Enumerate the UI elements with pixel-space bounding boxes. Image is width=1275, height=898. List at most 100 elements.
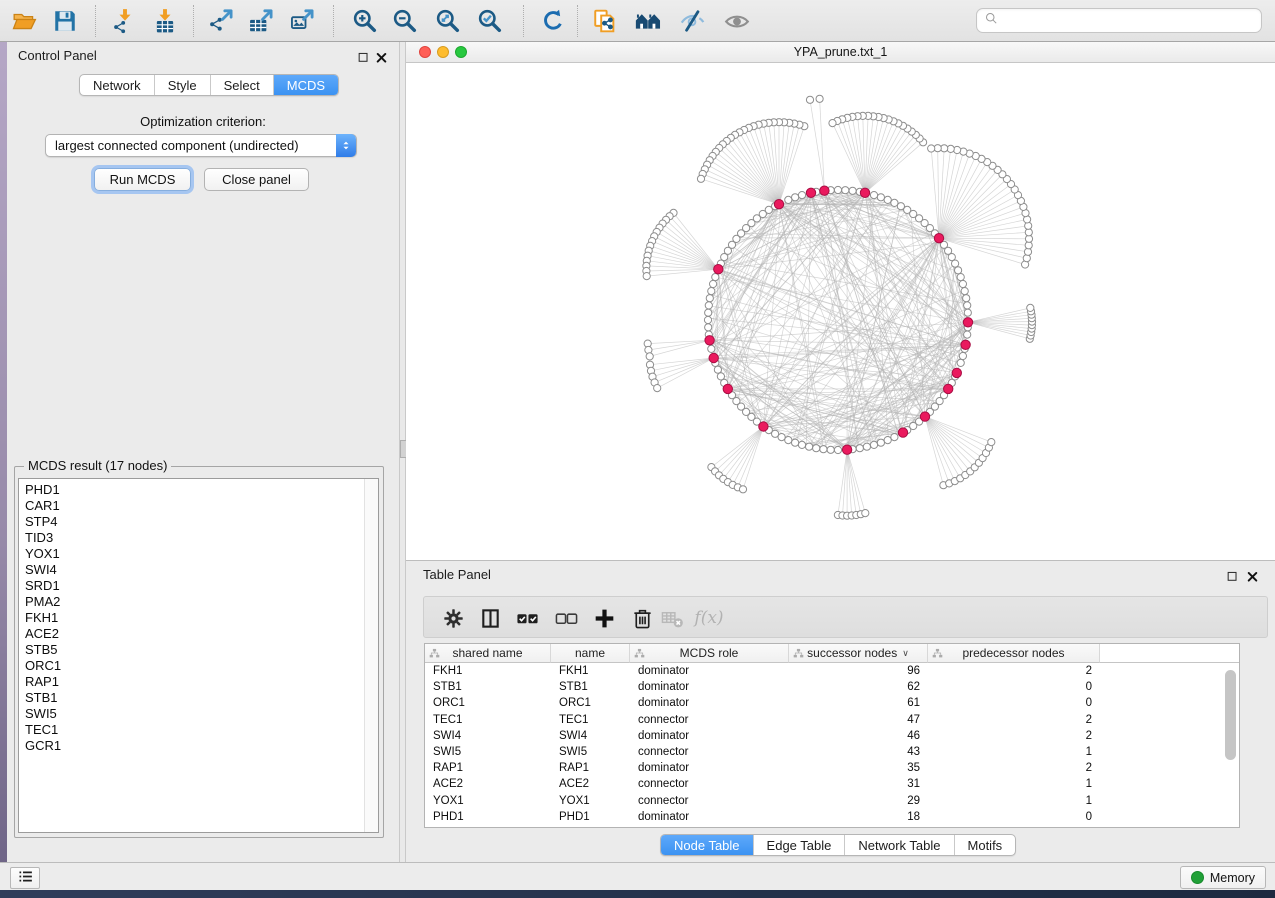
graph-node[interactable] xyxy=(856,445,863,452)
graph-node[interactable] xyxy=(706,295,713,302)
export-table-button[interactable] xyxy=(245,4,279,38)
graph-node[interactable] xyxy=(710,280,717,287)
network-canvas[interactable] xyxy=(406,63,1275,560)
graph-node[interactable] xyxy=(820,446,827,453)
graph-node[interactable] xyxy=(961,288,968,295)
graph-mcds-hub-node[interactable] xyxy=(920,412,929,421)
tab-network[interactable]: Network xyxy=(80,75,155,95)
deselect-all-rows-button[interactable] xyxy=(551,604,581,632)
zoom-fit-content-button[interactable] xyxy=(431,4,465,38)
graph-leaf-node[interactable] xyxy=(806,96,813,103)
graph-leaf-node[interactable] xyxy=(816,95,823,102)
table-mode-button[interactable] xyxy=(438,604,468,632)
column-header-name[interactable]: name xyxy=(551,644,630,663)
graph-node[interactable] xyxy=(957,359,964,366)
network-graph[interactable] xyxy=(406,63,1275,560)
show-columns-button[interactable] xyxy=(475,604,505,632)
graph-leaf-node[interactable] xyxy=(928,145,935,152)
hide-selected-button[interactable] xyxy=(675,4,709,38)
close-table-panel-icon[interactable] xyxy=(1246,570,1259,583)
table-row[interactable]: STB1STB1dominator620 xyxy=(425,679,1239,695)
search-box[interactable] xyxy=(976,8,1262,33)
delete-columns-button[interactable] xyxy=(627,604,657,632)
mcds-result-item[interactable]: STB5 xyxy=(25,642,378,658)
graph-node[interactable] xyxy=(877,439,884,446)
graph-node[interactable] xyxy=(964,309,971,316)
zoom-in-button[interactable] xyxy=(348,4,382,38)
float-table-panel-icon[interactable] xyxy=(1226,570,1239,583)
refresh-network-button[interactable] xyxy=(536,4,570,38)
graph-mcds-hub-node[interactable] xyxy=(705,336,714,345)
mcds-result-item[interactable]: SWI4 xyxy=(25,562,378,578)
mcds-result-item[interactable]: STP4 xyxy=(25,514,378,530)
graph-mcds-hub-node[interactable] xyxy=(860,188,869,197)
graph-node[interactable] xyxy=(778,434,785,441)
graph-node[interactable] xyxy=(891,434,898,441)
graph-leaf-node[interactable] xyxy=(829,120,836,127)
graph-leaf-node[interactable] xyxy=(654,385,661,392)
graph-mcds-hub-node[interactable] xyxy=(759,422,768,431)
memory-button[interactable]: Memory xyxy=(1180,866,1266,889)
graph-mcds-hub-node[interactable] xyxy=(723,384,732,393)
graph-node[interactable] xyxy=(798,192,805,199)
graph-leaf-node[interactable] xyxy=(988,439,995,446)
column-header-successor-nodes[interactable]: successor nodes∨ xyxy=(789,644,928,663)
mcds-result-item[interactable]: STB1 xyxy=(25,690,378,706)
graph-node[interactable] xyxy=(964,331,971,338)
graph-node[interactable] xyxy=(798,441,805,448)
column-header-shared-name[interactable]: shared name xyxy=(425,644,551,663)
tab-network-table[interactable]: Network Table xyxy=(845,835,954,855)
table-row[interactable]: RAP1RAP1dominator352 xyxy=(425,760,1239,776)
graph-node[interactable] xyxy=(963,295,970,302)
graph-mcds-hub-node[interactable] xyxy=(842,445,851,454)
table-row[interactable]: YOX1YOX1connector291 xyxy=(425,793,1239,809)
graph-node[interactable] xyxy=(870,441,877,448)
graph-node[interactable] xyxy=(884,437,891,444)
graph-leaf-node[interactable] xyxy=(862,510,869,517)
graph-node[interactable] xyxy=(884,196,891,203)
graph-mcds-hub-node[interactable] xyxy=(952,368,961,377)
graph-leaf-node[interactable] xyxy=(697,175,704,182)
graph-node[interactable] xyxy=(959,280,966,287)
table-row[interactable]: SWI4SWI4dominator462 xyxy=(425,728,1239,744)
import-table-button[interactable] xyxy=(148,4,182,38)
graph-node[interactable] xyxy=(785,437,792,444)
column-header-predecessor-nodes[interactable]: predecessor nodes xyxy=(928,644,1100,663)
graph-mcds-hub-node[interactable] xyxy=(898,428,907,437)
graph-node[interactable] xyxy=(792,194,799,201)
mcds-result-item[interactable]: TID3 xyxy=(25,530,378,546)
import-network-button[interactable] xyxy=(108,4,142,38)
graph-node[interactable] xyxy=(957,274,964,281)
tab-select[interactable]: Select xyxy=(211,75,274,95)
graph-node[interactable] xyxy=(712,274,719,281)
mcds-result-item[interactable]: ORC1 xyxy=(25,658,378,674)
table-row[interactable]: ACE2ACE2connector311 xyxy=(425,776,1239,792)
table-row[interactable]: SWI5SWI5connector431 xyxy=(425,744,1239,760)
graph-leaf-node[interactable] xyxy=(646,353,653,360)
graph-mcds-hub-node[interactable] xyxy=(806,188,815,197)
mcds-result-list[interactable]: PHD1CAR1STP4TID3YOX1SWI4SRD1PMA2FKH1ACE2… xyxy=(18,478,379,833)
mcds-result-item[interactable]: RAP1 xyxy=(25,674,378,690)
create-column-button[interactable] xyxy=(589,604,619,632)
mcds-result-item[interactable]: PHD1 xyxy=(25,482,378,498)
tab-style[interactable]: Style xyxy=(155,75,211,95)
graph-node[interactable] xyxy=(849,187,856,194)
graph-node[interactable] xyxy=(792,439,799,446)
list-scrollbar-track[interactable] xyxy=(364,479,378,832)
open-session-button[interactable] xyxy=(8,4,42,38)
show-panels-button[interactable] xyxy=(10,867,40,889)
table-row[interactable]: ORC1ORC1dominator610 xyxy=(425,695,1239,711)
graph-node[interactable] xyxy=(714,366,721,373)
mcds-result-item[interactable]: YOX1 xyxy=(25,546,378,562)
mcds-result-item[interactable]: PMA2 xyxy=(25,594,378,610)
graph-node[interactable] xyxy=(870,192,877,199)
table-row[interactable]: PHD1PHD1dominator180 xyxy=(425,809,1239,825)
graph-node[interactable] xyxy=(964,302,971,309)
tab-node-table[interactable]: Node Table xyxy=(661,835,754,855)
close-panel-button[interactable]: Close panel xyxy=(204,168,309,191)
table-scrollbar-thumb[interactable] xyxy=(1225,670,1236,760)
graph-node[interactable] xyxy=(827,446,834,453)
graph-node[interactable] xyxy=(959,352,966,359)
graph-node[interactable] xyxy=(705,309,712,316)
export-image-button[interactable] xyxy=(286,4,320,38)
